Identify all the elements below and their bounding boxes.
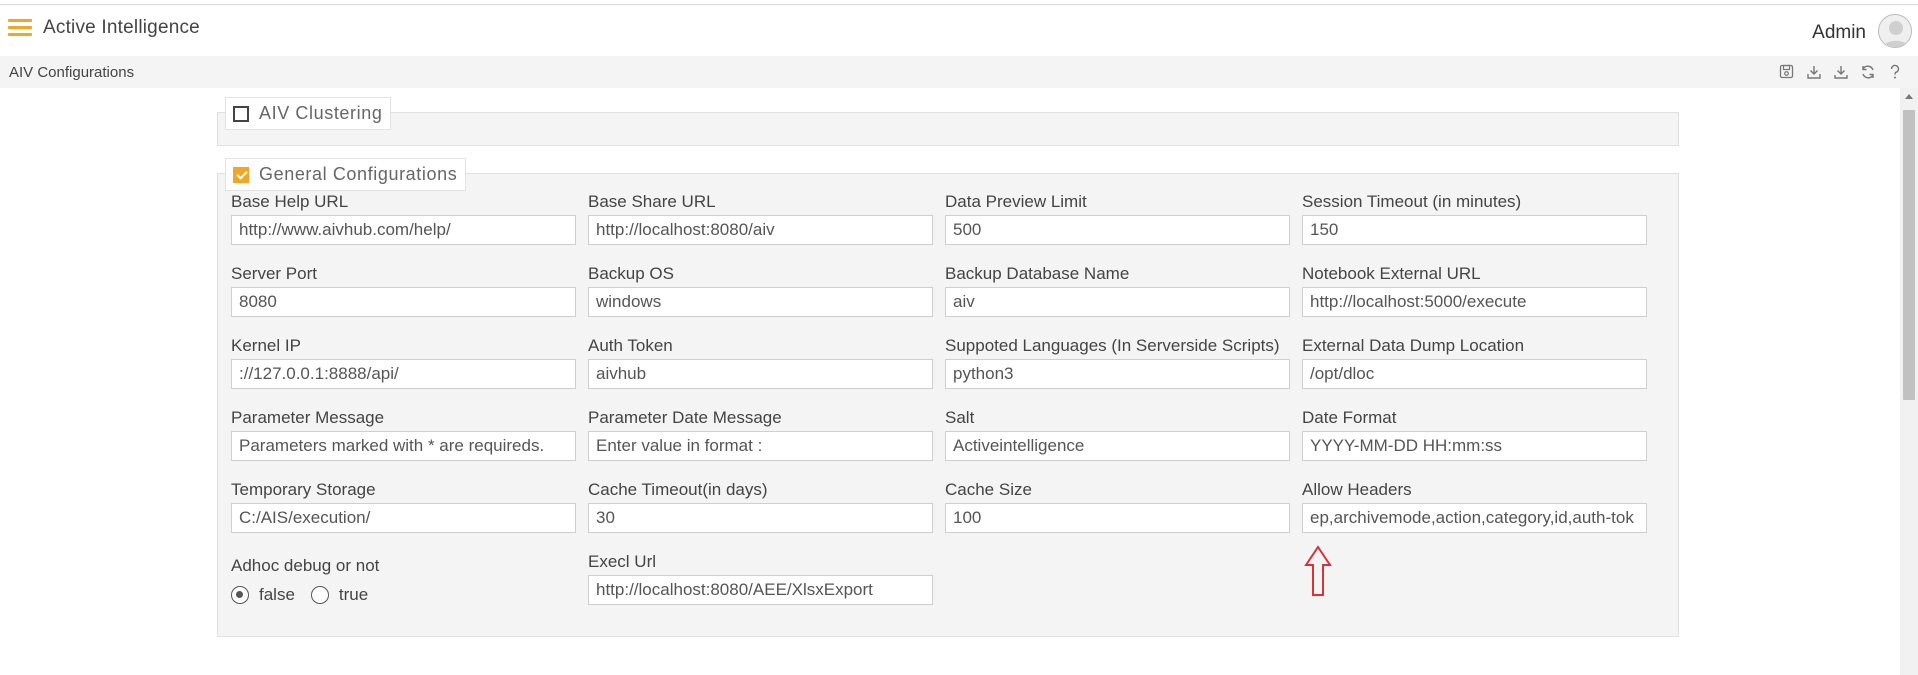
field-label: Temporary Storage xyxy=(231,480,376,499)
server-port-field: Server Port 8080 xyxy=(231,264,576,317)
external-data-dump-location-input[interactable]: /opt/dloc xyxy=(1302,359,1647,389)
page-subheader: AIV Configurations xyxy=(0,56,1918,88)
session-timeout-field: Session Timeout (in minutes) 150 xyxy=(1302,192,1647,245)
field-label: Base Help URL xyxy=(231,192,349,211)
backup-os-field: Backup OS windows xyxy=(588,264,933,317)
base-share-url-field: Base Share URL http://localhost:8080/aiv xyxy=(588,192,933,245)
parameter-date-message-field: Parameter Date Message Enter value in fo… xyxy=(588,408,933,461)
backup-os-input[interactable]: windows xyxy=(588,287,933,317)
aiv-clustering-checkbox[interactable] xyxy=(233,105,249,122)
allow-headers-field: Allow Headers ep,archivemode,action,cate… xyxy=(1302,480,1647,533)
base-help-url-field: Base Help URL http://www.aivhub.com/help… xyxy=(231,192,576,245)
hamburger-menu-icon[interactable] xyxy=(8,19,32,37)
field-label: Parameter Message xyxy=(231,408,385,427)
exec-url-field: Execl Url http://localhost:8080/AEE/Xlsx… xyxy=(588,552,933,605)
aiv-clustering-section: AIV Clustering xyxy=(217,97,1679,146)
cache-size-input[interactable]: 100 xyxy=(945,503,1290,533)
allow-headers-input[interactable]: ep,archivemode,action,category,id,auth-t… xyxy=(1302,503,1647,533)
help-icon[interactable] xyxy=(1885,62,1904,81)
data-preview-limit-field: Data Preview Limit 500 xyxy=(945,192,1290,245)
adhoc-debug-false-label[interactable]: false xyxy=(259,585,295,605)
temporary-storage-field: Temporary Storage C:/AIS/execution/ xyxy=(231,480,576,533)
field-label: Adhoc debug or not xyxy=(231,556,380,575)
kernel-ip-field: Kernel IP ://127.0.0.1:8888/api/ xyxy=(231,336,576,389)
field-label: Session Timeout (in minutes) xyxy=(1302,192,1522,211)
data-preview-limit-input[interactable]: 500 xyxy=(945,215,1290,245)
app-title: Active Intelligence xyxy=(43,17,200,38)
parameter-message-field: Parameter Message Parameters marked with… xyxy=(231,408,576,461)
aiv-clustering-toggle[interactable]: AIV Clustering xyxy=(225,97,392,130)
notebook-external-url-field: Notebook External URL http://localhost:5… xyxy=(1302,264,1647,317)
date-format-input[interactable]: YYYY-MM-DD HH:mm:ss xyxy=(1302,431,1647,461)
user-avatar-icon xyxy=(1882,21,1910,47)
temporary-storage-input[interactable]: C:/AIS/execution/ xyxy=(231,503,576,533)
field-label: Cache Timeout(in days) xyxy=(588,480,768,499)
field-label: Suppoted Languages (In Serverside Script… xyxy=(945,336,1280,355)
backup-database-name-field: Backup Database Name aiv xyxy=(945,264,1290,317)
parameter-message-input[interactable]: Parameters marked with * are requireds. xyxy=(231,431,576,461)
content-area: AIV Clustering General Configurations Ba… xyxy=(0,88,1900,675)
adhoc-debug-field: Adhoc debug or not false true xyxy=(231,556,576,605)
cache-timeout-input[interactable]: 30 xyxy=(588,503,933,533)
field-label: Auth Token xyxy=(588,336,673,355)
field-label: Data Preview Limit xyxy=(945,192,1087,211)
user-name[interactable]: Admin xyxy=(1812,22,1866,44)
app-header: Active Intelligence Admin xyxy=(0,6,1918,56)
adhoc-debug-true-radio[interactable] xyxy=(310,586,329,604)
save-icon[interactable] xyxy=(1777,62,1796,81)
field-label: External Data Dump Location xyxy=(1302,336,1525,355)
external-data-dump-location-field: External Data Dump Location /opt/dloc xyxy=(1302,336,1647,389)
date-format-field: Date Format YYYY-MM-DD HH:mm:ss xyxy=(1302,408,1647,461)
field-label: Date Format xyxy=(1302,408,1397,427)
salt-input[interactable]: Activeintelligence xyxy=(945,431,1290,461)
field-label: Server Port xyxy=(231,264,317,283)
field-label: Execl Url xyxy=(588,552,657,571)
session-timeout-input[interactable]: 150 xyxy=(1302,215,1647,245)
base-share-url-input[interactable]: http://localhost:8080/aiv xyxy=(588,215,933,245)
server-port-input[interactable]: 8080 xyxy=(231,287,576,317)
avatar[interactable] xyxy=(1878,14,1912,48)
notebook-external-url-input[interactable]: http://localhost:5000/execute xyxy=(1302,287,1647,317)
adhoc-debug-false-radio[interactable] xyxy=(231,586,249,604)
adhoc-debug-true-label[interactable]: true xyxy=(339,585,368,605)
general-configurations-label: General Configurations xyxy=(259,164,458,184)
field-label: Kernel IP xyxy=(231,336,301,355)
vertical-scrollbar[interactable] xyxy=(1900,88,1918,675)
aiv-clustering-label: AIV Clustering xyxy=(259,103,383,123)
field-label: Backup Database Name xyxy=(945,264,1130,283)
top-border xyxy=(0,0,1918,5)
download-alt-icon[interactable] xyxy=(1831,62,1850,81)
field-label: Base Share URL xyxy=(588,192,716,211)
supported-languages-input[interactable]: python3 xyxy=(945,359,1290,389)
auth-token-input[interactable]: aivhub xyxy=(588,359,933,389)
field-label: Notebook External URL xyxy=(1302,264,1481,283)
field-label: Backup OS xyxy=(588,264,674,283)
supported-languages-field: Suppoted Languages (In Serverside Script… xyxy=(945,336,1290,389)
cache-size-field: Cache Size 100 xyxy=(945,480,1290,533)
general-configurations-section: General Configurations Base Help URL htt… xyxy=(217,158,1679,637)
toolbar xyxy=(1777,62,1904,81)
annotation-arrow-icon xyxy=(1304,545,1332,596)
scroll-up-arrow-icon[interactable] xyxy=(1905,94,1913,99)
field-label: Parameter Date Message xyxy=(588,408,782,427)
parameter-date-message-input[interactable]: Enter value in format : xyxy=(588,431,933,461)
backup-database-name-input[interactable]: aiv xyxy=(945,287,1290,317)
kernel-ip-input[interactable]: ://127.0.0.1:8888/api/ xyxy=(231,359,576,389)
auth-token-field: Auth Token aivhub xyxy=(588,336,933,389)
salt-field: Salt Activeintelligence xyxy=(945,408,1290,461)
field-label: Salt xyxy=(945,408,975,427)
adhoc-debug-radio-group: false true xyxy=(231,585,576,605)
general-configurations-toggle[interactable]: General Configurations xyxy=(225,158,467,191)
exec-url-input[interactable]: http://localhost:8080/AEE/XlsxExport xyxy=(588,575,933,605)
field-label: Cache Size xyxy=(945,480,1032,499)
base-help-url-input[interactable]: http://www.aivhub.com/help/ xyxy=(231,215,576,245)
cache-timeout-field: Cache Timeout(in days) 30 xyxy=(588,480,933,533)
field-label: Allow Headers xyxy=(1302,480,1412,499)
general-configurations-checkbox[interactable] xyxy=(233,166,249,183)
scroll-thumb[interactable] xyxy=(1903,110,1915,400)
page-title: AIV Configurations xyxy=(9,64,135,81)
refresh-icon[interactable] xyxy=(1858,62,1877,81)
download-icon[interactable] xyxy=(1804,62,1823,81)
